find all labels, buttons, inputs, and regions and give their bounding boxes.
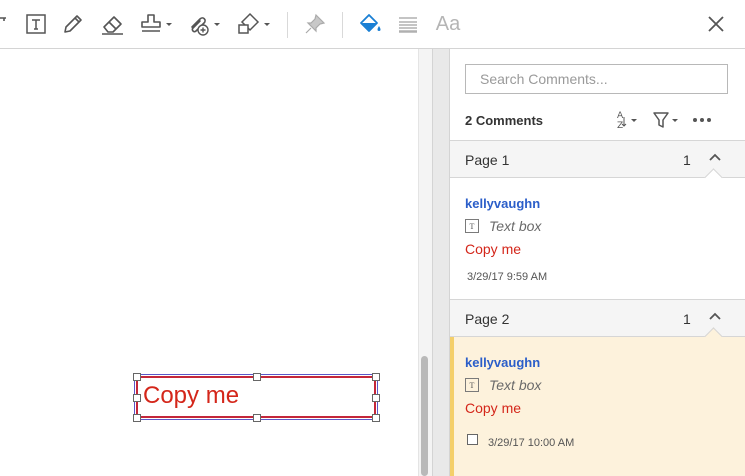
pin-icon: [305, 13, 326, 34]
comment-type-label: Text box: [489, 218, 542, 234]
chevron-up-icon[interactable]: [708, 311, 722, 321]
comment-text: Copy me: [465, 241, 522, 257]
eraser-icon: [102, 16, 123, 35]
scrollbar-thumb[interactable]: [421, 356, 428, 476]
comment-author: kellyvaughn: [465, 355, 541, 370]
comment-count: 2 Comments: [465, 113, 544, 128]
resize-handle-left[interactable]: [133, 394, 141, 402]
attach-tool[interactable]: [186, 10, 222, 38]
page-group-header[interactable]: Page 1 1: [450, 140, 745, 187]
resize-handle-top-right[interactable]: [372, 373, 380, 381]
paint-bucket-icon: [360, 14, 381, 32]
shapes-icon: [238, 12, 270, 34]
paperclip-add-icon: [191, 17, 220, 36]
text-box-annotation[interactable]: Copy me: [134, 374, 378, 420]
pin-tool[interactable]: [302, 10, 328, 38]
page-comment-count: 1: [683, 311, 691, 327]
comment-text: Copy me: [465, 400, 522, 416]
comments-panel: 2 Comments A Z Page 1 1 kellyvaughn T Te: [450, 49, 745, 476]
line-style-tool[interactable]: [395, 10, 421, 38]
svg-text:A: A: [617, 111, 624, 121]
comment-toolbar: Aa: [0, 0, 745, 49]
text-box-content[interactable]: Copy me: [143, 382, 239, 410]
eraser-tool[interactable]: [97, 10, 129, 38]
pencil-tool[interactable]: [58, 10, 88, 38]
comment-type: T Text box: [465, 377, 541, 393]
toolbar-separator: [287, 12, 288, 38]
comment-card[interactable]: kellyvaughn T Text box Copy me 3/29/17 9…: [450, 178, 745, 299]
stamp-icon: [141, 14, 172, 32]
text-box-tool[interactable]: [22, 10, 50, 38]
comment-date: 3/29/17 10:00 AM: [488, 437, 575, 449]
sort-button[interactable]: A Z: [616, 109, 640, 131]
page-label: Page 1: [465, 152, 510, 168]
text-box-type-icon: T: [465, 378, 479, 392]
search-comments-input[interactable]: [466, 65, 727, 93]
chevron-up-icon[interactable]: [708, 152, 722, 162]
resize-handle-bottom-left[interactable]: [133, 414, 141, 422]
resize-handle-bottom[interactable]: [253, 414, 261, 422]
text-box-type-icon: T: [465, 219, 479, 233]
filter-button[interactable]: [652, 109, 680, 131]
search-box[interactable]: [465, 64, 728, 94]
fill-color-tool[interactable]: [355, 10, 385, 38]
comment-type: T Text box: [465, 218, 541, 234]
page-label: Page 2: [465, 311, 510, 327]
resize-handle-top-left[interactable]: [133, 373, 141, 381]
close-button[interactable]: [703, 10, 729, 38]
page-comment-count: 1: [683, 152, 691, 168]
svg-text:Z: Z: [617, 121, 623, 131]
page-group-header[interactable]: Page 2 1: [450, 299, 745, 346]
sort-az-icon: A Z: [617, 111, 637, 131]
comment-author: kellyvaughn: [465, 196, 541, 211]
font-tool[interactable]: Aa: [433, 10, 463, 38]
shapes-tool[interactable]: [236, 10, 272, 38]
text-box-icon: [26, 14, 46, 34]
close-icon: [708, 16, 724, 32]
filter-icon: [653, 112, 678, 128]
comment-checkbox[interactable]: [467, 434, 478, 445]
resize-handle-bottom-right[interactable]: [372, 414, 380, 422]
comment-type-label: Text box: [489, 377, 542, 393]
resize-handle-top[interactable]: [253, 373, 261, 381]
typewriter-tool[interactable]: [0, 10, 8, 38]
more-options-button[interactable]: [691, 109, 713, 131]
toolbar-separator: [342, 12, 343, 38]
stamp-tool[interactable]: [138, 10, 174, 38]
pencil-icon: [64, 15, 82, 33]
line-style-icon: [399, 17, 417, 33]
more-icon: [693, 118, 711, 122]
typewriter-icon: [0, 17, 6, 21]
resize-handle-right[interactable]: [372, 394, 380, 402]
comment-date: 3/29/17 9:59 AM: [467, 271, 548, 283]
comment-card-selected[interactable]: kellyvaughn T Text box Copy me 3/29/17 1…: [450, 337, 745, 476]
panel-divider[interactable]: [432, 49, 450, 476]
font-aa-icon: Aa: [435, 12, 461, 35]
